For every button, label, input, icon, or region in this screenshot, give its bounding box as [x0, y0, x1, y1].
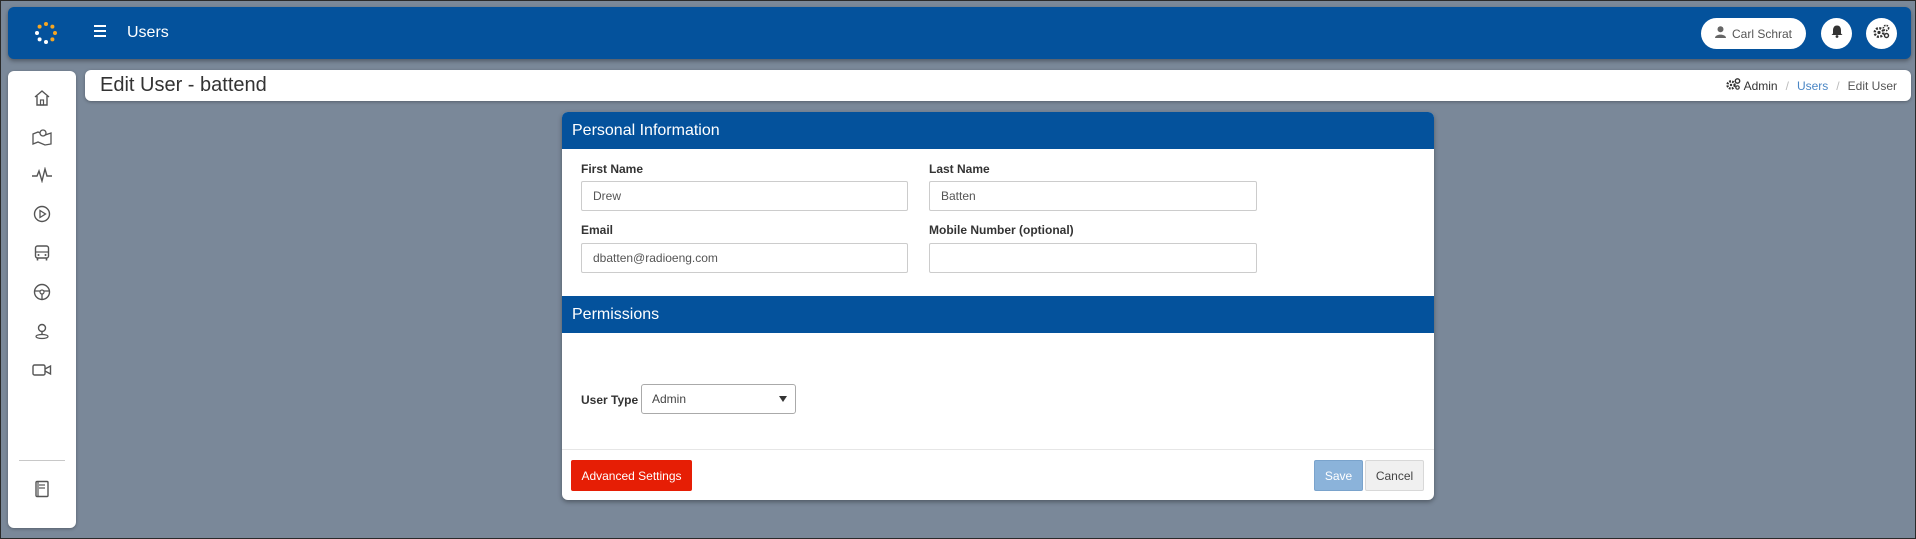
first-name-input[interactable]: [581, 181, 908, 211]
breadcrumb-separator: /: [1785, 78, 1789, 93]
last-name-input[interactable]: [929, 181, 1257, 211]
location-icon[interactable]: [31, 320, 53, 342]
permissions-heading: Permissions: [562, 296, 1434, 333]
advanced-settings-button[interactable]: Advanced Settings: [571, 460, 692, 491]
edit-user-card: Personal Information First Name Last Nam…: [562, 112, 1434, 500]
home-icon[interactable]: [31, 87, 53, 109]
bell-icon: [1831, 25, 1843, 43]
play-icon[interactable]: [31, 203, 53, 225]
breadcrumb-admin-label: Admin: [1743, 78, 1778, 93]
sidebar-divider: [19, 460, 65, 461]
settings-icon: [1873, 24, 1890, 44]
last-name-label: Last Name: [929, 162, 990, 176]
user-menu-button[interactable]: Carl Schrat: [1701, 18, 1806, 49]
page-title: Edit User - battend: [100, 74, 267, 96]
page-header: Edit User - battend Admin / Users / Edit…: [85, 70, 1911, 101]
chevron-down-icon: [779, 396, 787, 402]
book-icon[interactable]: [31, 478, 53, 500]
user-type-select[interactable]: Admin: [641, 384, 796, 414]
mobile-number-label: Mobile Number (optional): [929, 223, 1074, 237]
email-input[interactable]: [581, 243, 908, 273]
user-name: Carl Schrat: [1732, 26, 1793, 41]
logo-icon[interactable]: [34, 21, 58, 45]
steering-wheel-icon[interactable]: [31, 281, 53, 303]
breadcrumb-current: Edit User: [1847, 78, 1897, 93]
activity-icon[interactable]: [31, 164, 53, 186]
first-name-label: First Name: [581, 162, 644, 176]
top-navbar: Users Carl Schrat: [8, 7, 1911, 59]
user-type-label: User Type: [581, 393, 639, 407]
user-type-value: Admin: [652, 392, 687, 406]
breadcrumb: Admin / Users / Edit User: [1725, 78, 1897, 93]
video-camera-icon[interactable]: [31, 359, 53, 381]
email-label: Email: [581, 223, 614, 237]
mobile-number-input[interactable]: [929, 243, 1257, 273]
personal-information-heading: Personal Information: [562, 112, 1434, 149]
form-footer-divider: [562, 449, 1434, 450]
breadcrumb-separator: /: [1836, 78, 1840, 93]
admin-settings-button[interactable]: [1866, 18, 1897, 49]
app-section-title: Users: [127, 24, 169, 41]
gears-icon: [1725, 78, 1741, 93]
breadcrumb-admin[interactable]: Admin: [1725, 78, 1778, 93]
sidebar: [8, 71, 76, 528]
save-button[interactable]: Save: [1314, 460, 1363, 491]
cancel-button[interactable]: Cancel: [1365, 460, 1424, 491]
map-icon[interactable]: [31, 126, 53, 148]
breadcrumb-users[interactable]: Users: [1797, 79, 1828, 93]
notifications-button[interactable]: [1821, 18, 1852, 49]
bus-icon[interactable]: [31, 242, 53, 264]
user-icon: [1715, 26, 1726, 41]
menu-icon[interactable]: [94, 23, 112, 41]
